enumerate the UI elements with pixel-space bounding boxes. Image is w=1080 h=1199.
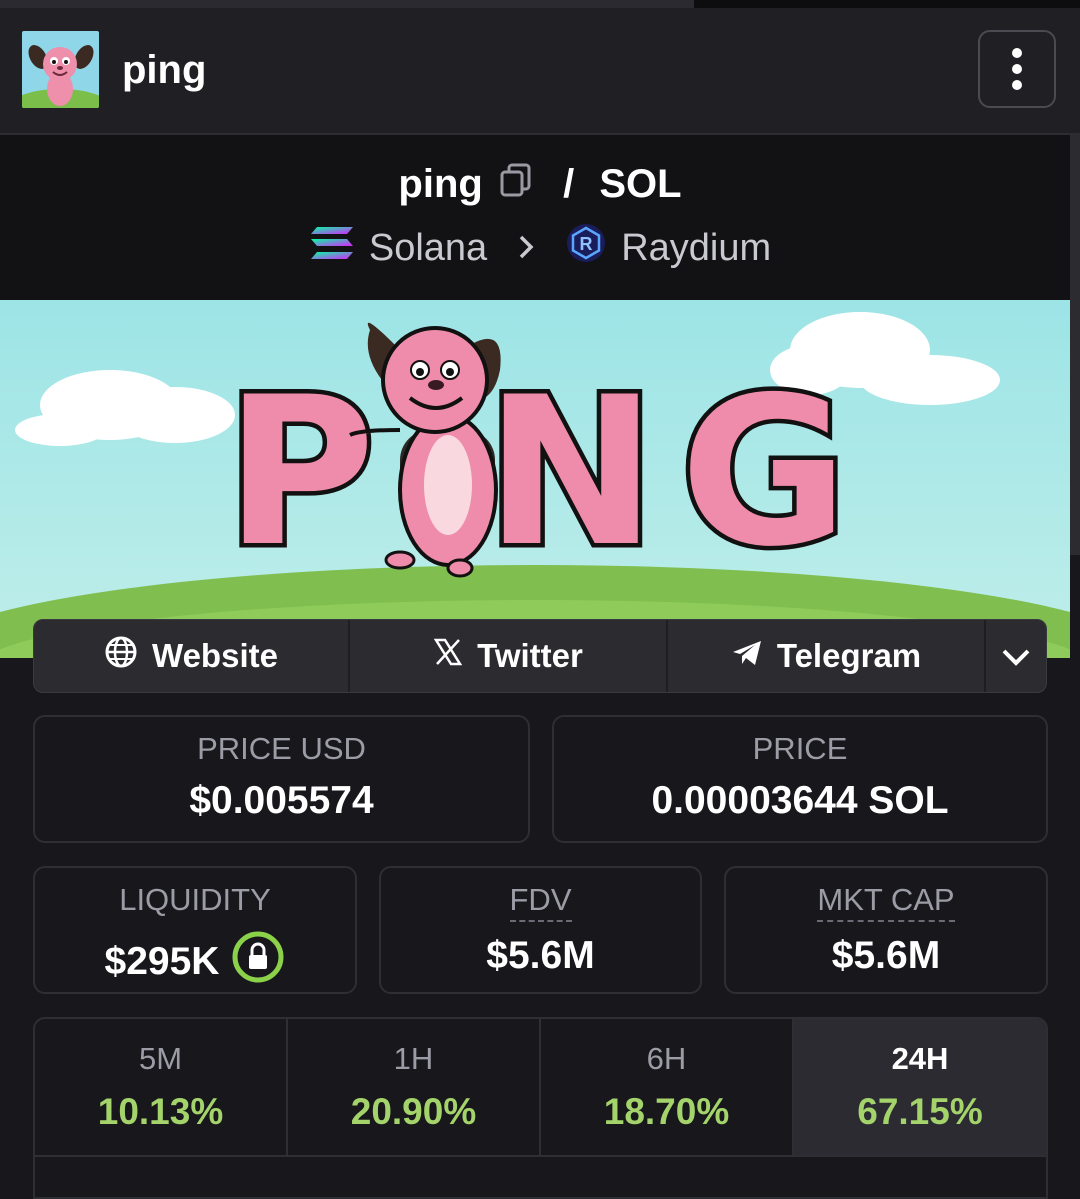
telegram-link[interactable]: Telegram xyxy=(668,620,986,692)
website-label: Website xyxy=(152,637,278,674)
telegram-icon xyxy=(731,637,763,675)
copy-icon[interactable] xyxy=(500,162,532,207)
price-usd-label: PRICE USD xyxy=(197,731,366,766)
chain-link[interactable]: Solana xyxy=(369,227,487,270)
price-usd-value: $0.005574 xyxy=(189,779,374,822)
tab-label: 1H xyxy=(393,1041,434,1076)
base-symbol: ping xyxy=(398,161,483,206)
svg-text:P: P xyxy=(225,354,375,592)
liquidity-value: $295K xyxy=(104,940,220,983)
lock-icon[interactable] xyxy=(231,930,285,994)
fdv-card: FDV $5.6M xyxy=(379,866,702,994)
tab-24h[interactable]: 24H 67.15% xyxy=(794,1019,1046,1155)
social-links-bar: Website Twitter Telegram xyxy=(33,619,1047,693)
svg-text:N: N xyxy=(485,354,657,592)
banner-logo-text: P N G xyxy=(221,350,853,597)
liquidity-card: LIQUIDITY $295K xyxy=(33,866,357,994)
tab-6h[interactable]: 6H 18.70% xyxy=(541,1019,794,1155)
transactions-panel xyxy=(33,1155,1048,1199)
x-icon xyxy=(433,637,463,675)
liquidity-label: LIQUIDITY xyxy=(119,882,271,917)
globe-icon xyxy=(104,635,138,677)
tab-label: 6H xyxy=(646,1041,687,1076)
token-banner: P N G xyxy=(0,300,1070,658)
tab-5m[interactable]: 5M 10.13% xyxy=(35,1019,288,1155)
solana-icon xyxy=(309,225,355,271)
price-change-tabs: 5M 10.13% 1H 20.90% 6H 18.70% 24H 67.15% xyxy=(33,1017,1048,1157)
pair-title: ping / SOL xyxy=(0,160,1080,207)
tab-change-value: 67.15% xyxy=(857,1091,983,1132)
twitter-label: Twitter xyxy=(477,637,583,674)
price-native-card: PRICE 0.00003644 SOL xyxy=(552,715,1048,843)
twitter-link[interactable]: Twitter xyxy=(350,620,668,692)
website-link[interactable]: Website xyxy=(34,620,350,692)
raydium-icon: R xyxy=(565,222,607,274)
price-usd-card: PRICE USD $0.005574 xyxy=(33,715,530,843)
pair-separator: / xyxy=(563,161,575,206)
svg-text:R: R xyxy=(580,234,593,254)
token-avatar xyxy=(22,31,99,108)
telegram-label: Telegram xyxy=(776,637,922,674)
price-value: 0.00003644 SOL xyxy=(651,779,949,822)
chain-breadcrumb: Solana R Raydium xyxy=(0,222,1080,274)
tab-change-value: 18.70% xyxy=(603,1091,730,1132)
tab-change-value: 20.90% xyxy=(350,1091,477,1132)
dex-link[interactable]: Raydium xyxy=(621,227,771,270)
svg-text:G: G xyxy=(680,354,848,592)
tab-label: 5M xyxy=(138,1041,183,1076)
fdv-value: $5.6M xyxy=(486,934,595,977)
app-title: ping xyxy=(122,48,207,92)
more-menu-button[interactable] xyxy=(978,30,1056,108)
quote-symbol: SOL xyxy=(599,161,682,206)
more-vertical-icon xyxy=(1012,48,1022,90)
app-header: ping xyxy=(0,8,1080,135)
tab-change-value: 10.13% xyxy=(97,1091,224,1132)
tab-label: 24H xyxy=(891,1041,949,1076)
tab-1h[interactable]: 1H 20.90% xyxy=(288,1019,541,1155)
mkt-cap-label[interactable]: MKT CAP xyxy=(817,882,955,922)
progress-strip xyxy=(0,0,1080,8)
progress-fill xyxy=(0,0,694,8)
fdv-label[interactable]: FDV xyxy=(509,882,572,922)
mkt-cap-card: MKT CAP $5.6M xyxy=(724,866,1048,994)
chevron-right-icon xyxy=(517,227,535,270)
mkt-cap-value: $5.6M xyxy=(831,934,941,977)
more-links-button[interactable] xyxy=(986,620,1046,692)
price-label: PRICE xyxy=(752,731,848,766)
chevron-down-icon xyxy=(1001,637,1031,675)
